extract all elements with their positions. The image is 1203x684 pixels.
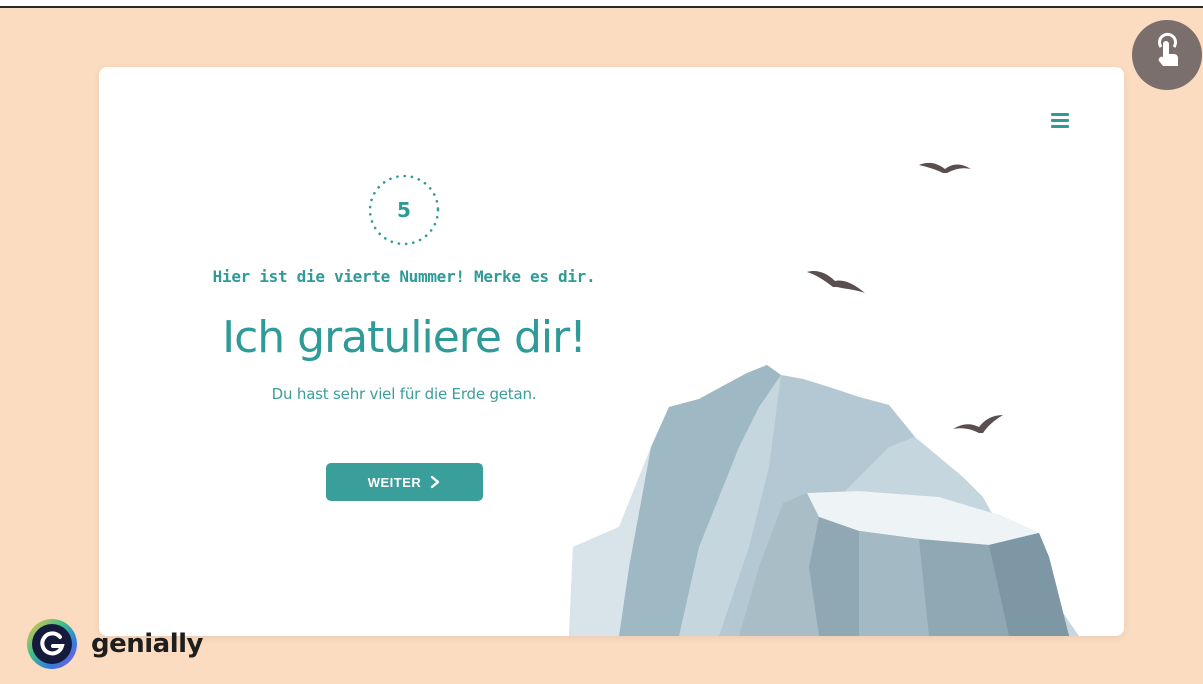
iceberg-illustration (569, 162, 1079, 636)
touch-toggle-button[interactable] (1132, 20, 1202, 90)
seagull-icon (953, 415, 1003, 433)
menu-button[interactable] (1047, 107, 1073, 133)
chevron-right-icon (431, 475, 440, 489)
touch-hand-icon (1158, 32, 1178, 66)
next-button-label: WEITER (367, 474, 422, 490)
brand[interactable]: genially (25, 617, 203, 671)
content-card: 5 Hier ist die vierte Nummer! Merke es d… (99, 67, 1124, 636)
number-value: 5 (397, 198, 411, 222)
top-border (0, 0, 1203, 8)
genially-logo-icon (25, 617, 79, 671)
seagull-icon (807, 271, 865, 293)
next-button[interactable]: WEITER (326, 463, 483, 501)
number-badge: 5 (367, 173, 441, 247)
brand-name: genially (91, 629, 203, 659)
seagull-icon (919, 162, 971, 173)
hamburger-menu-icon (1051, 113, 1069, 128)
